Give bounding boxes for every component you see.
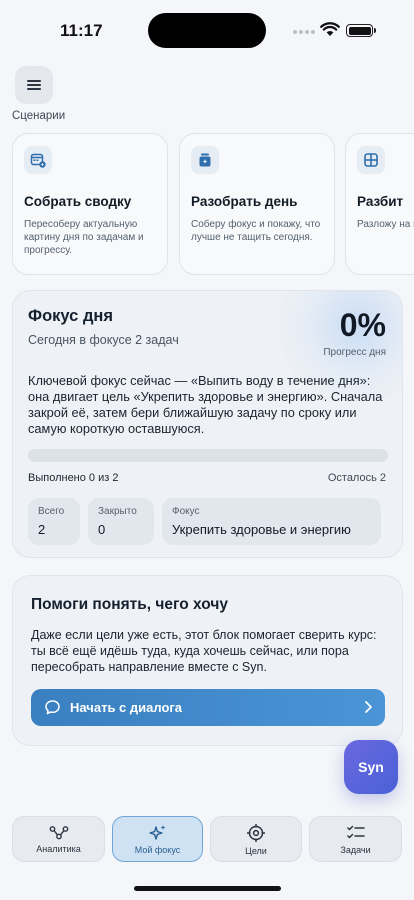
home-indicator[interactable] <box>134 886 281 891</box>
tab-analytics[interactable]: Аналитика <box>12 816 105 862</box>
progress-bar <box>28 449 388 462</box>
scenario-title: Разбит <box>357 194 404 209</box>
wifi-icon <box>320 22 340 36</box>
start-dialog-button[interactable]: Начать с диалога <box>31 689 385 726</box>
tab-label: Цели <box>245 845 267 856</box>
signal-icon <box>293 30 315 34</box>
start-dialog-label: Начать с диалога <box>70 700 183 715</box>
dynamic-island <box>148 13 266 48</box>
tab-label: Мой фокус <box>134 844 181 855</box>
done-count: Выполнено 0 из 2 <box>28 472 119 484</box>
scenario-description: Соберу фокус и покажу, что лучше не тащи… <box>191 219 321 243</box>
tab-label: Аналитика <box>36 843 81 854</box>
grid-icon <box>357 146 385 174</box>
tab-my-focus[interactable]: Мой фокус <box>112 816 203 862</box>
scenario-card-day[interactable]: Разобрать день Соберу фокус и покажу, чт… <box>179 133 335 275</box>
remaining-count: Осталось 2 <box>327 472 386 484</box>
focus-title: Фокус дня <box>28 307 114 325</box>
chat-icon <box>45 700 60 715</box>
help-description: Даже если цели уже есть, этот блок помог… <box>31 628 377 674</box>
calendar-spark-icon <box>24 146 52 174</box>
scenario-carousel[interactable]: Собрать сводку Пересоберу актуальную кар… <box>0 133 414 275</box>
focus-card: Фокус дня Сегодня в фокусе 2 задач 0% Пр… <box>12 290 403 558</box>
stat-label: Фокус <box>172 506 200 517</box>
scenario-card-summary[interactable]: Собрать сводку Пересоберу актуальную кар… <box>12 133 168 275</box>
stat-value: Укрепить здоровье и энергию <box>172 522 351 537</box>
help-card: Помоги понять, чего хочу Даже если цели … <box>12 575 403 746</box>
stat-label: Всего <box>38 506 65 517</box>
scenario-card-split[interactable]: Разбит Разложу на понят <box>345 133 414 275</box>
scenario-description: Разложу на понят <box>357 219 414 230</box>
status-time: 11:17 <box>60 21 103 40</box>
battery-icon <box>346 24 376 37</box>
help-title: Помоги понять, чего хочу <box>31 596 228 613</box>
tab-tasks[interactable]: Задачи <box>309 816 402 862</box>
progress-percent: 0% <box>339 307 386 343</box>
syn-assistant-button[interactable]: Syn <box>344 740 398 794</box>
stat-closed: Закрыто 0 <box>88 498 154 545</box>
section-label-scenarios: Сценарии <box>12 110 66 122</box>
tab-goals[interactable]: Цели <box>210 816 302 862</box>
stat-focus: Фокус Укрепить здоровье и энергию <box>162 498 381 545</box>
scenario-description: Пересоберу актуальную картину дня по зад… <box>24 219 144 256</box>
stat-value: 2 <box>38 522 46 537</box>
focus-subtitle: Сегодня в фокусе 2 задач <box>28 333 179 347</box>
progress-percent-label: Прогресс дня <box>323 347 386 358</box>
status-bar: 11:17 <box>0 0 414 60</box>
menu-button[interactable] <box>15 66 53 104</box>
crosshair-icon <box>247 823 265 842</box>
chevron-right-icon <box>365 701 372 713</box>
scenario-title: Собрать сводку <box>24 194 132 209</box>
stat-total: Всего 2 <box>28 498 80 545</box>
analytics-nodes-icon <box>49 825 68 839</box>
focus-description: Ключевой фокус сейчас — «Выпить воду в т… <box>28 373 383 436</box>
tab-label: Задачи <box>340 844 371 855</box>
stat-label: Закрыто <box>98 506 137 517</box>
hamburger-icon <box>27 80 41 90</box>
checklist-icon <box>346 825 365 838</box>
stat-value: 0 <box>98 522 106 537</box>
scenario-title: Разобрать день <box>191 194 298 209</box>
sparkle-icon <box>148 824 165 840</box>
stack-plus-icon <box>191 146 219 174</box>
